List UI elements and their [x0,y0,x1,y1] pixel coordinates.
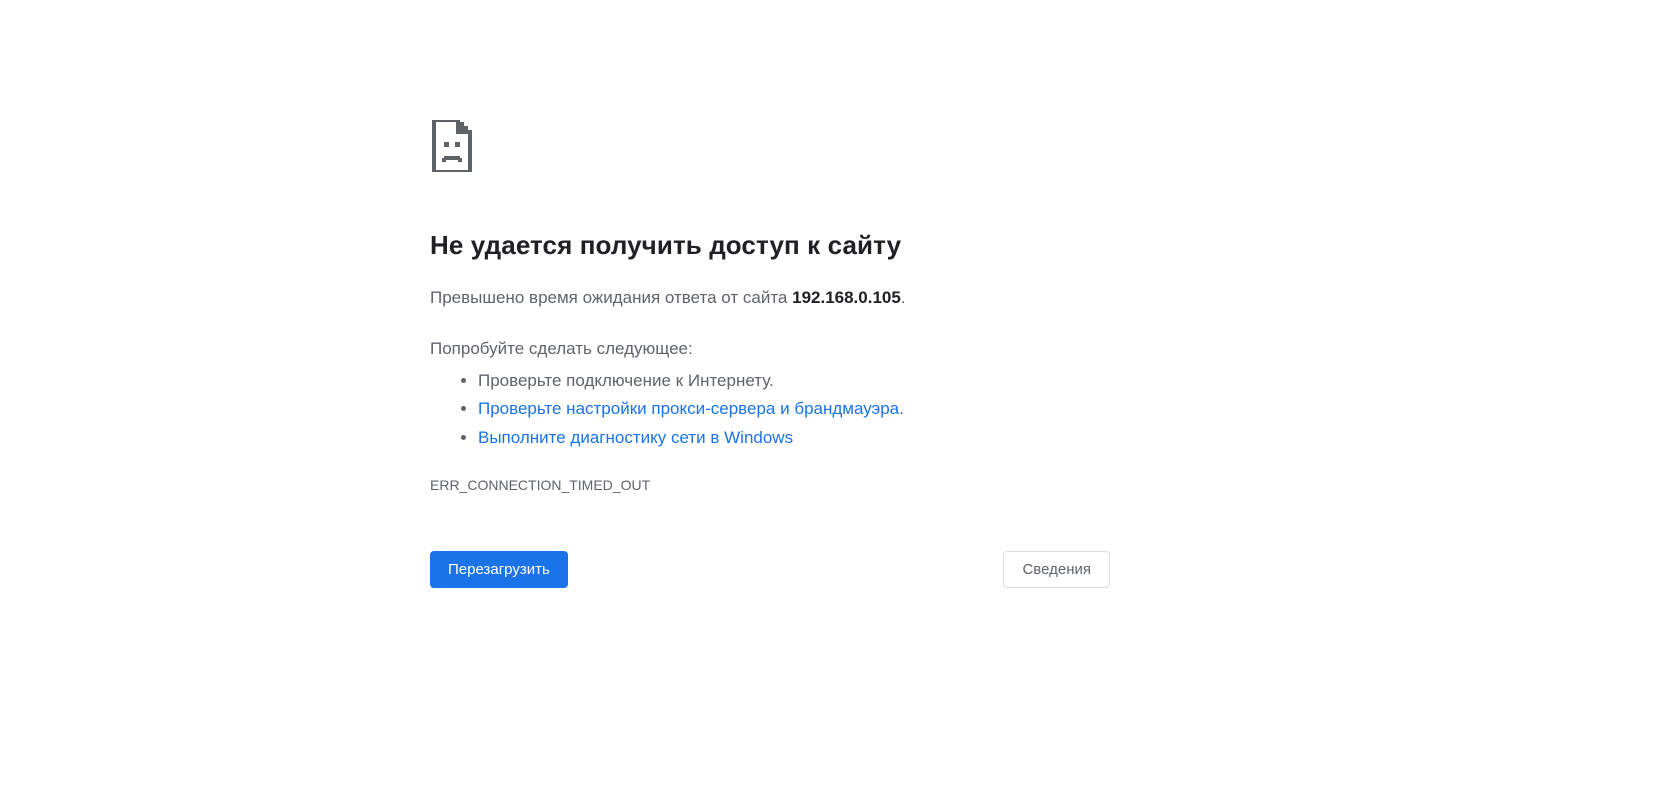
details-button[interactable]: Сведения [1003,551,1110,588]
suggestions-list: Проверьте подключение к Интернету. Прове… [430,367,1110,454]
suggestion-text: Проверьте подключение к Интернету. [478,371,774,390]
error-page-container: Не удается получить доступ к сайту Превы… [430,120,1110,588]
desc-suffix: . [901,288,906,307]
suggestion-item-diagnostics: Выполните диагностику сети в Windows [478,424,1110,453]
error-description: Превышено время ожидания ответа от сайта… [430,285,1110,311]
error-title: Не удается получить доступ к сайту [430,230,1110,261]
try-label: Попробуйте сделать следующее: [430,339,1110,359]
suggestion-suffix: . [899,399,904,418]
proxy-firewall-link[interactable]: Проверьте настройки прокси-сервера и бра… [478,399,899,418]
suggestion-item-proxy: Проверьте настройки прокси-сервера и бра… [478,395,1110,424]
desc-host: 192.168.0.105 [792,288,901,307]
suggestion-item-connection: Проверьте подключение к Интернету. [478,367,1110,396]
windows-diagnostics-link[interactable]: Выполните диагностику сети в Windows [478,428,793,447]
desc-prefix: Превышено время ожидания ответа от сайта [430,288,792,307]
reload-button[interactable]: Перезагрузить [430,551,568,588]
error-code: ERR_CONNECTION_TIMED_OUT [430,477,1110,493]
button-row: Перезагрузить Сведения [430,551,1110,588]
sad-page-icon [430,120,474,172]
